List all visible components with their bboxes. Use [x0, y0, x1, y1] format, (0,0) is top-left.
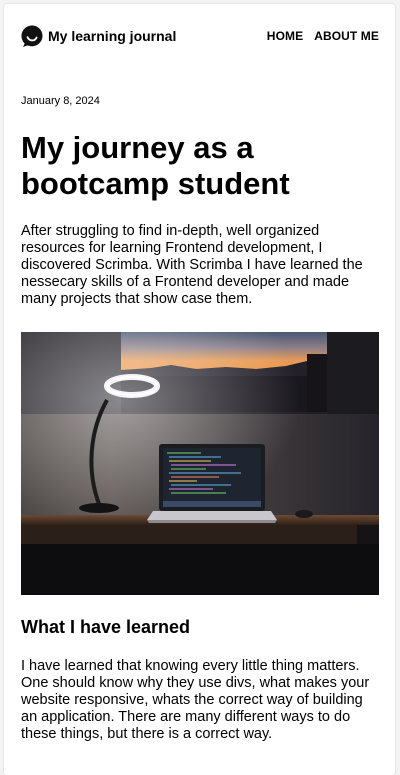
page-card: My learning journal HOME ABOUT ME Januar… — [4, 4, 395, 775]
site-header: My learning journal HOME ABOUT ME — [20, 22, 379, 50]
post-intro: After struggling to find in-depth, well … — [21, 223, 363, 307]
brand-link[interactable]: My learning journal — [20, 24, 176, 48]
main-nav: HOME ABOUT ME — [267, 29, 379, 43]
hero-image — [21, 332, 379, 595]
post-date: January 8, 2024 — [21, 95, 100, 107]
nav-about-link[interactable]: ABOUT ME — [314, 29, 379, 43]
post-title: My journey as a bootcamp student — [21, 130, 290, 201]
brand-name: My learning journal — [48, 28, 177, 44]
section-heading: What I have learned — [21, 617, 191, 637]
chat-bubble-icon — [21, 25, 43, 47]
nav-home-link[interactable]: HOME — [267, 29, 303, 43]
section-body: I have learned that knowing every little… — [21, 658, 370, 742]
